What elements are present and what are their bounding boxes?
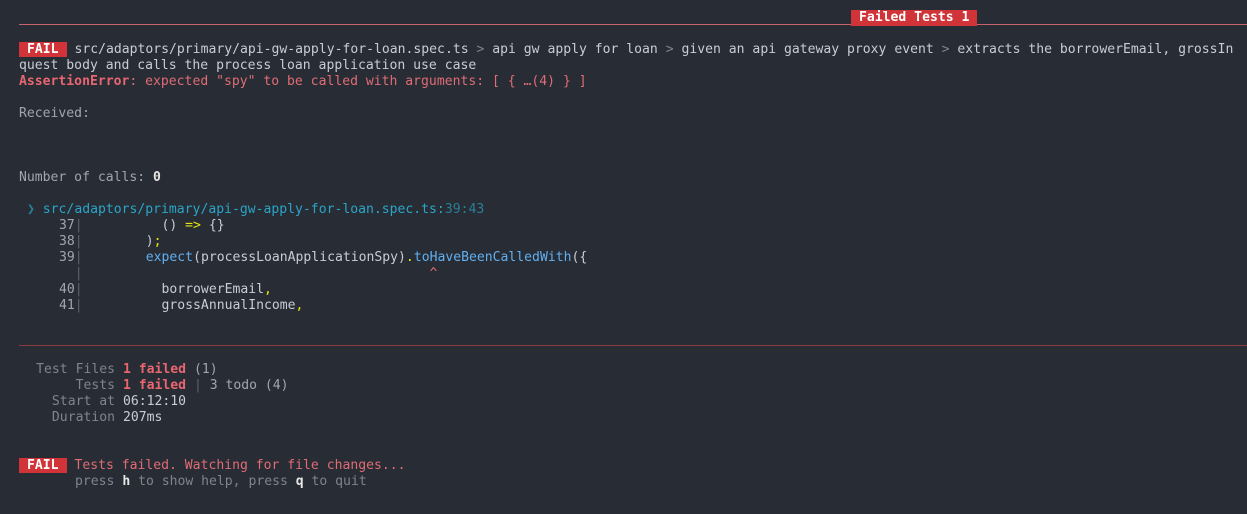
chevron-right-icon: ❯: [27, 202, 35, 217]
error-name: AssertionError: [19, 74, 130, 89]
gutter-bar: |: [74, 266, 83, 281]
calls-label: Number of calls:: [19, 170, 154, 185]
stack-location[interactable]: ❯ src/adaptors/primary/api-gw-apply-for-…: [27, 202, 484, 218]
code-token: ): [145, 234, 154, 249]
code-line-39: 39| expect(processLoanApplicationSpy).to…: [59, 250, 587, 266]
hint-text: to quit: [303, 474, 367, 489]
line-number: 41: [59, 298, 75, 313]
calls-value: 0: [153, 170, 161, 185]
test-files-failed: 1 failed: [123, 362, 187, 377]
failure-file: src/adaptors/primary/api-gw-apply-for-lo…: [74, 42, 469, 57]
summary-test-files: Test Files 1 failed (1): [19, 362, 218, 378]
line-number: 40: [59, 282, 75, 297]
code-token: grossAnnualIncome: [161, 298, 296, 313]
summary-duration: Duration 207ms: [19, 410, 163, 426]
received-label: Received:: [19, 106, 90, 121]
code-token: (processLoanApplicationSpy): [193, 250, 406, 265]
fail-badge: FAIL: [19, 458, 67, 473]
code-token: borrowerEmail: [161, 282, 264, 297]
error-message: : expected "spy" to be called with argum…: [129, 74, 587, 89]
code-token: expect: [145, 250, 194, 265]
quit-key[interactable]: q: [296, 474, 304, 489]
failure-test-name: extracts the borrowerEmail, grossIn: [957, 42, 1234, 57]
code-token: (): [161, 218, 186, 233]
code-token: toHaveBeenCalledWith: [413, 250, 572, 265]
hint-text: press: [75, 474, 123, 489]
code-token: .: [405, 250, 414, 265]
failed-tests-title: Failed Tests 1: [851, 10, 978, 26]
tests-separator: |: [186, 378, 210, 393]
code-caret-line: | ^: [59, 266, 438, 282]
line-number: 38: [59, 234, 75, 249]
summary-divider: [19, 345, 1247, 346]
tests-todo: 3 todo (4): [209, 378, 289, 393]
hint-text: to show help, press: [130, 474, 296, 489]
stack-file[interactable]: src/adaptors/primary/api-gw-apply-for-lo…: [43, 202, 445, 217]
code-line-38: 38| );: [59, 234, 162, 250]
summary-start: Start at 06:12:10: [19, 394, 186, 410]
gutter-bar: |: [74, 298, 83, 313]
number-of-calls: Number of calls: 0: [19, 170, 161, 186]
code-token: ,: [264, 282, 272, 297]
header-divider: [19, 24, 1247, 25]
summary-label: Test Files: [36, 362, 115, 377]
code-token: =>: [185, 218, 201, 233]
code-token: {}: [200, 218, 225, 233]
summary-tests: Tests 1 failed | 3 todo (4): [19, 378, 289, 394]
assertion-error: AssertionError: expected "spy" to be cal…: [19, 74, 587, 90]
separator: >: [665, 42, 674, 57]
code-token: ,: [295, 298, 304, 313]
footer-status: FAIL Tests failed. Watching for file cha…: [19, 458, 406, 474]
line-number: 37: [59, 218, 75, 233]
failure-header: FAIL src/adaptors/primary/api-gw-apply-f…: [19, 42, 1233, 58]
line-number: 39: [59, 250, 75, 265]
failure-suite: api gw apply for loan: [492, 42, 658, 57]
duration-value: 207ms: [123, 410, 163, 425]
code-line-40: 40| borrowerEmail,: [59, 282, 272, 298]
code-token: ;: [153, 234, 162, 249]
code-line-41: 41| grossAnnualIncome,: [59, 298, 303, 314]
gutter-bar: |: [74, 250, 83, 265]
gutter-bar: |: [74, 282, 83, 297]
fail-badge: FAIL: [19, 42, 67, 57]
gutter-bar: |: [74, 218, 83, 233]
summary-label: Duration: [51, 410, 115, 425]
test-files-total: (1): [186, 362, 218, 377]
separator: >: [476, 42, 485, 57]
footer-hint: press h to show help, press q to quit: [75, 474, 367, 490]
failure-test-name-continued: quest body and calls the process loan ap…: [19, 58, 477, 73]
separator: >: [941, 42, 950, 57]
failure-describe: given an api gateway proxy event: [681, 42, 934, 57]
gutter-bar: |: [74, 234, 83, 249]
footer-message: Tests failed. Watching for file changes.…: [74, 458, 406, 473]
start-time: 06:12:10: [123, 394, 187, 409]
stack-position: 39:43: [444, 202, 485, 217]
tests-failed: 1 failed: [123, 378, 187, 393]
code-line-37: 37| () => {}: [59, 218, 225, 234]
summary-label: Tests: [75, 378, 115, 393]
summary-label: Start at: [51, 394, 115, 409]
code-token: ({: [571, 250, 588, 265]
error-caret: ^: [429, 266, 438, 281]
